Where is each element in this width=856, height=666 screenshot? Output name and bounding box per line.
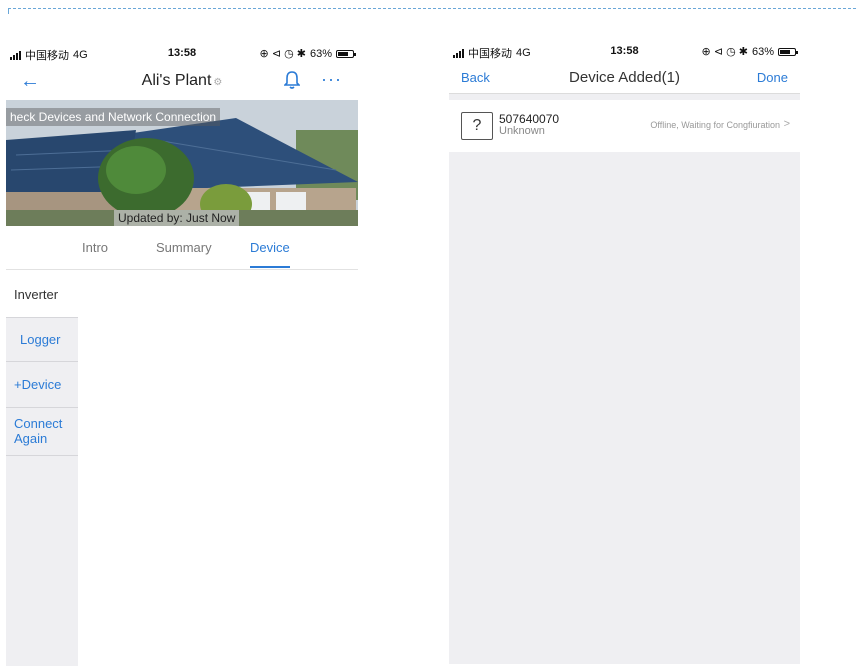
plant-banner-image: heck Devices and Network Connection Upda… xyxy=(6,100,358,226)
device-id: 507640070 xyxy=(499,112,560,126)
updated-label: Updated by: Just Now xyxy=(114,210,240,226)
tab-summary[interactable]: Summary xyxy=(156,240,212,255)
device-list-item[interactable]: ? 507640070 Unknown Offline, Waiting for… xyxy=(449,100,800,152)
top-divider-line xyxy=(8,8,856,9)
status-bar: 中国移动 4G 13:58 ⊕ ⊲ ◷ ✱ 63% xyxy=(449,38,800,62)
more-options-icon[interactable]: ··· xyxy=(321,69,342,90)
device-status: Offline, Waiting for Congfiuration xyxy=(650,120,780,130)
connection-warning: heck Devices and Network Connection xyxy=(6,108,221,126)
top-divider-tick xyxy=(8,8,9,14)
gear-icon: ⚙ xyxy=(213,77,223,88)
device-type: Unknown xyxy=(499,125,545,137)
side-item-add-device[interactable]: +Device xyxy=(6,362,78,408)
plant-screen: 中国移动 4G 13:58 ⊕ ⊲ ◷ ✱ 63% ← Ali's Plant ⚙… xyxy=(6,40,358,666)
plant-tabs: Intro Summary Device xyxy=(6,230,358,270)
side-item-logger[interactable]: Logger xyxy=(6,318,78,362)
unknown-device-icon: ? xyxy=(461,112,493,140)
status-indicators-icon: ⊕ ⊲ ◷ ✱ xyxy=(701,46,748,58)
side-item-connect-again[interactable]: Connect Again xyxy=(6,408,78,456)
tab-intro[interactable]: Intro xyxy=(82,240,108,255)
battery-percent: 63% xyxy=(309,47,332,60)
bell-icon[interactable] xyxy=(284,70,300,90)
nav-bar: Back Device Added(1) Done xyxy=(449,62,800,94)
status-bar: 中国移动 4G 13:58 ⊕ ⊲ ◷ ✱ 63% xyxy=(6,40,358,64)
active-tab-indicator xyxy=(250,266,290,268)
nav-bar: ← Ali's Plant ⚙ ··· xyxy=(6,66,358,98)
device-added-screen: 中国移动 4G 13:58 ⊕ ⊲ ◷ ✱ 63% Back Device Ad… xyxy=(449,38,800,664)
page-title: Ali's Plant ⚙ xyxy=(141,72,223,89)
chevron-right-icon: > xyxy=(783,118,790,130)
page-title: Device Added(1) xyxy=(569,69,680,86)
done-button[interactable]: Done xyxy=(757,70,788,85)
battery-icon xyxy=(336,49,356,58)
tab-device[interactable]: Device xyxy=(250,240,290,255)
battery-percent: 63% xyxy=(751,45,774,58)
battery-icon xyxy=(778,47,798,56)
device-side-menu: Inverter Logger +Device Connect Again xyxy=(6,272,78,666)
side-item-inverter[interactable]: Inverter xyxy=(6,272,78,318)
status-indicators-icon: ⊕ ⊲ ◷ ✱ xyxy=(259,48,306,60)
